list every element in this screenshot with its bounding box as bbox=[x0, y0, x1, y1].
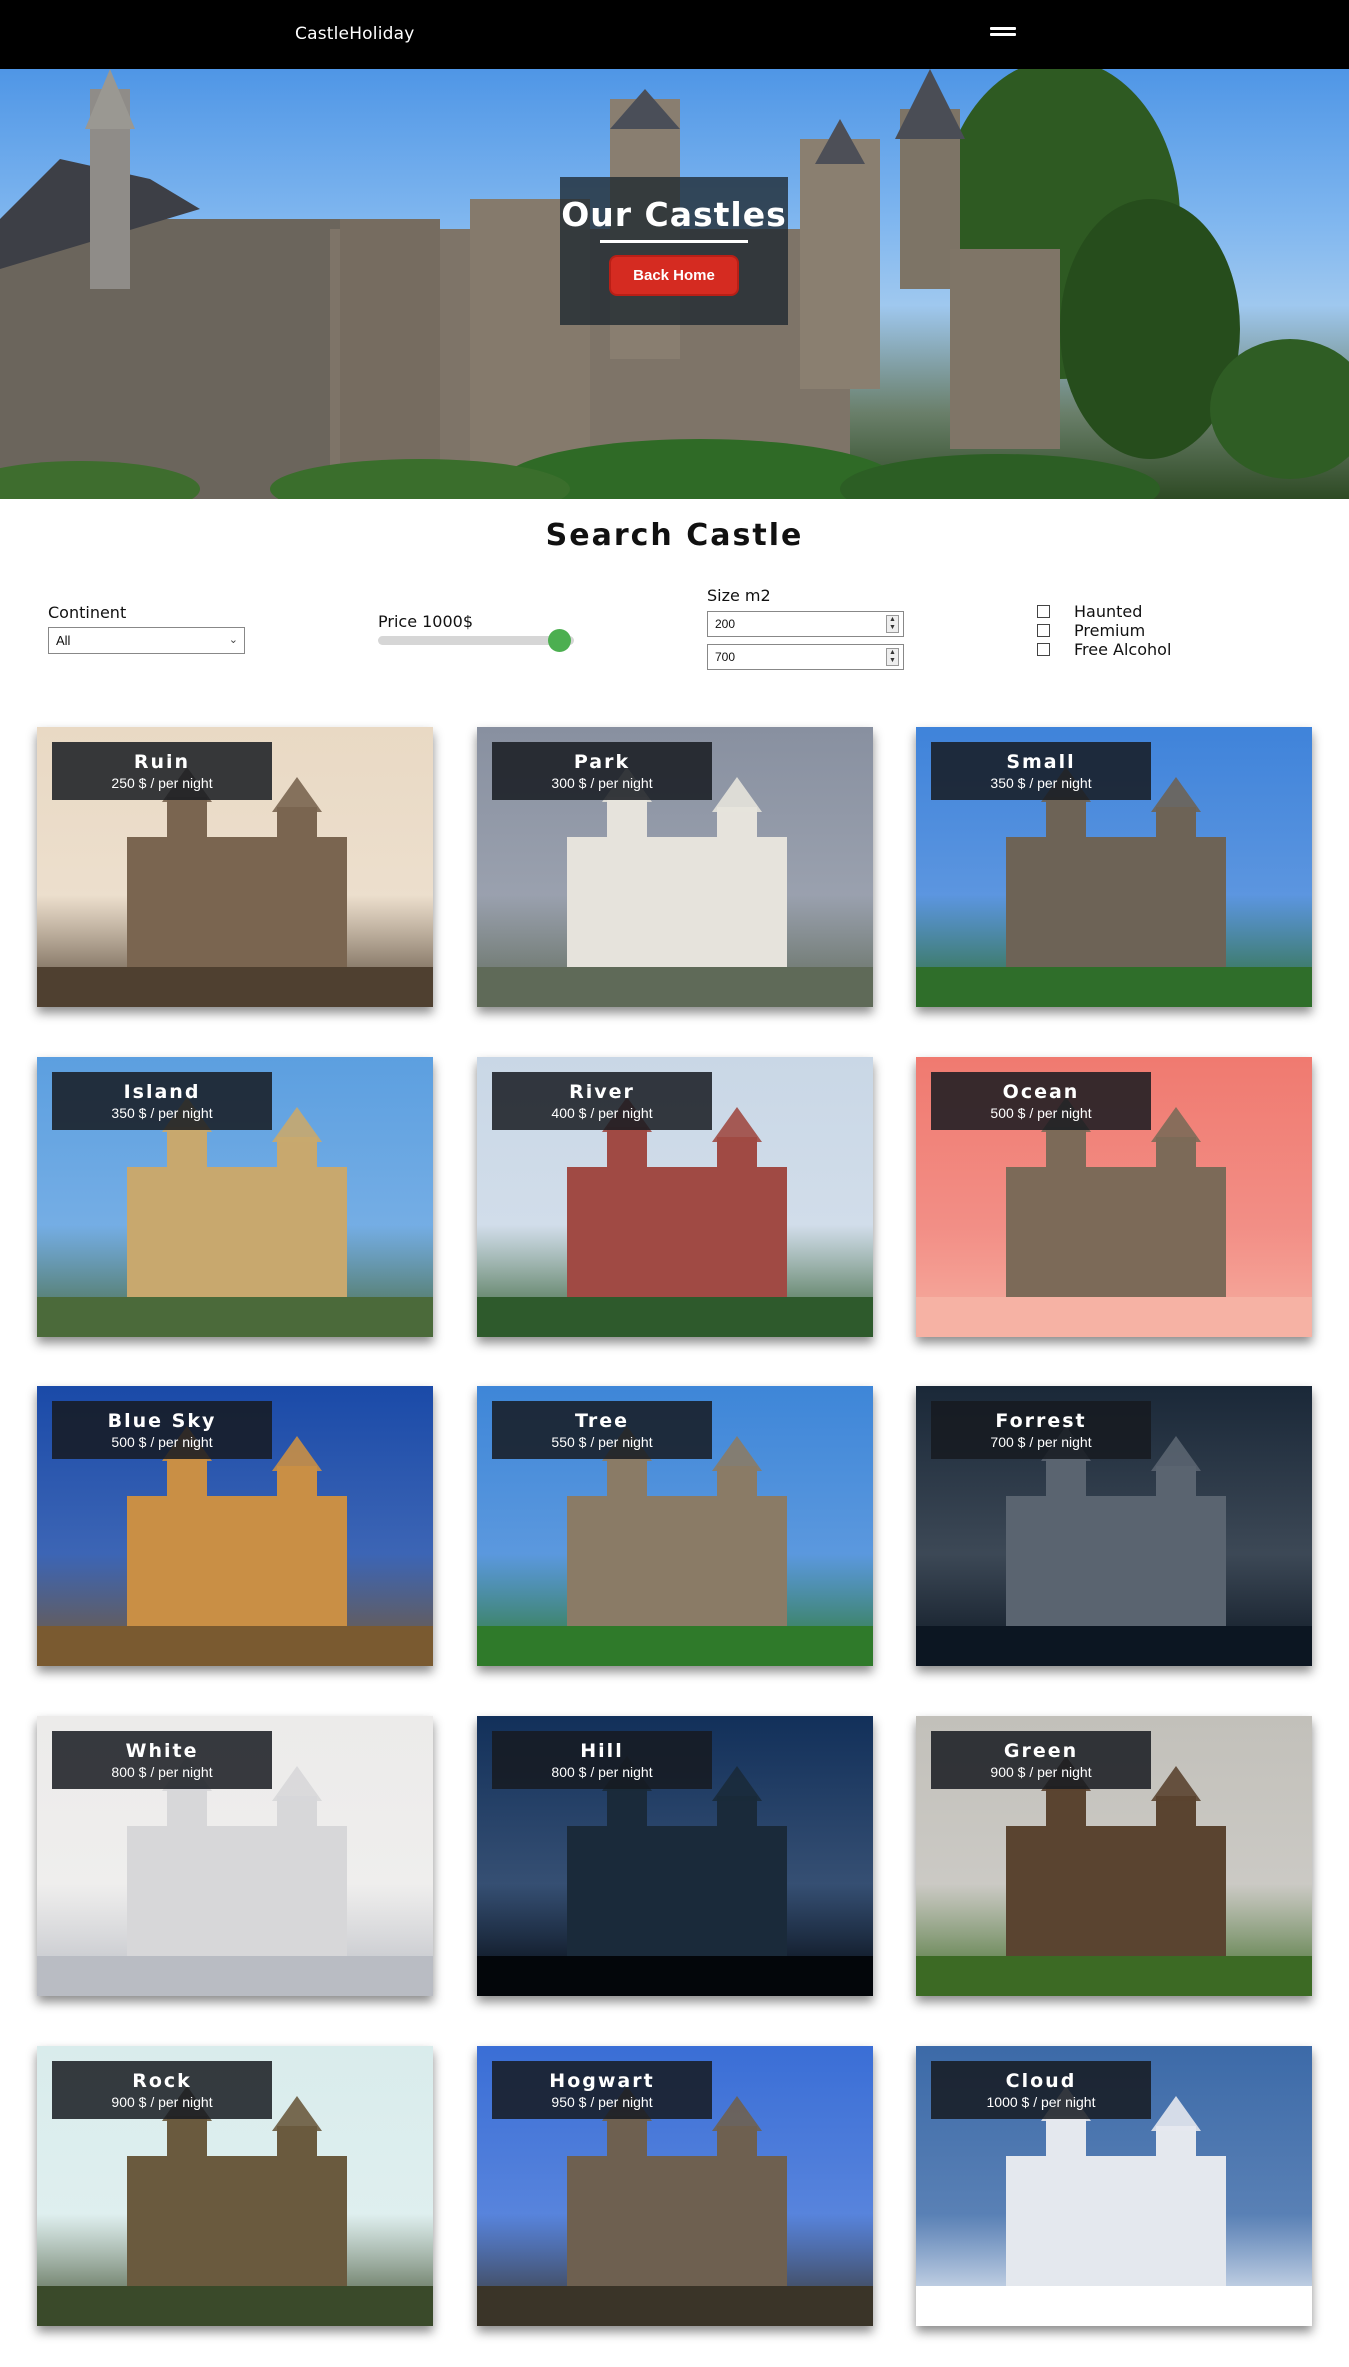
premium-label: Premium bbox=[1074, 621, 1146, 640]
size-max-input[interactable]: 700 ▲ ▼ bbox=[707, 644, 904, 670]
hero-banner: Our Castles Back Home bbox=[0, 69, 1349, 499]
free-alcohol-checkbox[interactable] bbox=[1037, 643, 1050, 656]
castle-name: Green bbox=[1003, 1740, 1079, 1762]
castle-card[interactable]: River 400 $ / per night bbox=[477, 1057, 873, 1337]
castle-card-label: Rock 900 $ / per night bbox=[52, 2061, 272, 2119]
castle-card[interactable]: Hill 800 $ / per night bbox=[477, 1716, 873, 1996]
castle-card-label: White 800 $ / per night bbox=[52, 1731, 272, 1789]
castle-card[interactable]: Tree 550 $ / per night bbox=[477, 1386, 873, 1666]
castle-price: 350 $ / per night bbox=[990, 775, 1092, 791]
chevron-down-icon: ⌄ bbox=[228, 634, 238, 646]
castle-card-label: Cloud 1000 $ / per night bbox=[931, 2061, 1151, 2119]
back-home-button[interactable]: Back Home bbox=[609, 255, 739, 296]
castle-card[interactable]: Rock 900 $ / per night bbox=[37, 2046, 433, 2326]
castle-price: 250 $ / per night bbox=[111, 775, 213, 791]
continent-select[interactable]: All ⌄ bbox=[48, 627, 245, 654]
price-slider-thumb[interactable] bbox=[548, 629, 571, 652]
castle-name: Island bbox=[123, 1081, 201, 1103]
castle-price: 300 $ / per night bbox=[551, 775, 653, 791]
castle-card-label: Ocean 500 $ / per night bbox=[931, 1072, 1151, 1130]
castle-name: Blue Sky bbox=[107, 1410, 217, 1432]
price-slider-track[interactable] bbox=[378, 636, 574, 645]
brand-logo-text[interactable]: CastleHoliday bbox=[295, 24, 415, 44]
castle-card-label: Hill 800 $ / per night bbox=[492, 1731, 712, 1789]
castle-price: 500 $ / per night bbox=[990, 1105, 1092, 1121]
castle-name: Small bbox=[1006, 751, 1076, 773]
free-alcohol-label: Free Alcohol bbox=[1074, 640, 1172, 659]
hero-title-underline bbox=[600, 240, 748, 243]
hero-title: Our Castles bbox=[561, 195, 787, 234]
haunted-checkbox[interactable] bbox=[1037, 605, 1050, 618]
search-castle-heading: Search Castle bbox=[545, 518, 804, 553]
castle-card-label: Green 900 $ / per night bbox=[931, 1731, 1151, 1789]
premium-checkbox[interactable] bbox=[1037, 624, 1050, 637]
castle-card[interactable]: Cloud 1000 $ / per night bbox=[916, 2046, 1312, 2326]
castle-card-label: Island 350 $ / per night bbox=[52, 1072, 272, 1130]
castle-price: 350 $ / per night bbox=[111, 1105, 213, 1121]
castle-name: Cloud bbox=[1005, 2070, 1077, 2092]
spinner-arrows-icon[interactable]: ▲ ▼ bbox=[886, 615, 899, 633]
castle-card[interactable]: Island 350 $ / per night bbox=[37, 1057, 433, 1337]
size-max-value: 700 bbox=[715, 650, 736, 664]
castle-card-label: Blue Sky 500 $ / per night bbox=[52, 1401, 272, 1459]
castle-card-label: Tree 550 $ / per night bbox=[492, 1401, 712, 1459]
castle-card[interactable]: Small 350 $ / per night bbox=[916, 727, 1312, 1007]
castle-name: Hogwart bbox=[549, 2070, 655, 2092]
castle-price: 900 $ / per night bbox=[111, 2094, 213, 2110]
castle-name: Ocean bbox=[1002, 1081, 1080, 1103]
size-label: Size m2 bbox=[707, 586, 771, 605]
castle-price: 400 $ / per night bbox=[551, 1105, 653, 1121]
castle-card[interactable]: Hogwart 950 $ / per night bbox=[477, 2046, 873, 2326]
hero-title-box: Our Castles Back Home bbox=[560, 177, 788, 325]
haunted-label: Haunted bbox=[1074, 602, 1143, 621]
castle-name: Hill bbox=[580, 1740, 624, 1762]
spinner-arrows-icon[interactable]: ▲ ▼ bbox=[886, 648, 899, 666]
size-min-value: 200 bbox=[715, 617, 736, 631]
castle-card-label: Ruin 250 $ / per night bbox=[52, 742, 272, 800]
castle-name: Forrest bbox=[995, 1410, 1087, 1432]
castle-name: Tree bbox=[574, 1410, 629, 1432]
castle-card-label: Forrest 700 $ / per night bbox=[931, 1401, 1151, 1459]
castle-name: River bbox=[569, 1081, 635, 1103]
castle-card[interactable]: Ruin 250 $ / per night bbox=[37, 727, 433, 1007]
castle-card-label: Hogwart 950 $ / per night bbox=[492, 2061, 712, 2119]
castle-name: White bbox=[125, 1740, 199, 1762]
castle-price: 800 $ / per night bbox=[551, 1764, 653, 1780]
castle-card[interactable]: White 800 $ / per night bbox=[37, 1716, 433, 1996]
castle-price: 800 $ / per night bbox=[111, 1764, 213, 1780]
castle-price: 900 $ / per night bbox=[990, 1764, 1092, 1780]
castle-price: 500 $ / per night bbox=[111, 1434, 213, 1450]
castle-price: 550 $ / per night bbox=[551, 1434, 653, 1450]
price-label: Price 1000$ bbox=[378, 612, 474, 631]
castle-card-label: Park 300 $ / per night bbox=[492, 742, 712, 800]
castle-name: Rock bbox=[132, 2070, 192, 2092]
castle-price: 700 $ / per night bbox=[990, 1434, 1092, 1450]
castle-card[interactable]: Blue Sky 500 $ / per night bbox=[37, 1386, 433, 1666]
continent-select-value: All bbox=[56, 633, 71, 648]
castle-price: 1000 $ / per night bbox=[986, 2094, 1096, 2110]
castle-card[interactable]: Forrest 700 $ / per night bbox=[916, 1386, 1312, 1666]
continent-label: Continent bbox=[48, 603, 127, 622]
castle-card-label: River 400 $ / per night bbox=[492, 1072, 712, 1130]
castle-name: Park bbox=[573, 751, 631, 773]
castle-price: 950 $ / per night bbox=[551, 2094, 653, 2110]
size-min-input[interactable]: 200 ▲ ▼ bbox=[707, 611, 904, 637]
castle-card[interactable]: Green 900 $ / per night bbox=[916, 1716, 1312, 1996]
hamburger-menu-icon[interactable] bbox=[990, 27, 1016, 39]
castle-card[interactable]: Ocean 500 $ / per night bbox=[916, 1057, 1312, 1337]
castle-card-label: Small 350 $ / per night bbox=[931, 742, 1151, 800]
castle-card[interactable]: Park 300 $ / per night bbox=[477, 727, 873, 1007]
top-navbar: CastleHoliday bbox=[0, 0, 1349, 69]
castle-name: Ruin bbox=[133, 751, 191, 773]
